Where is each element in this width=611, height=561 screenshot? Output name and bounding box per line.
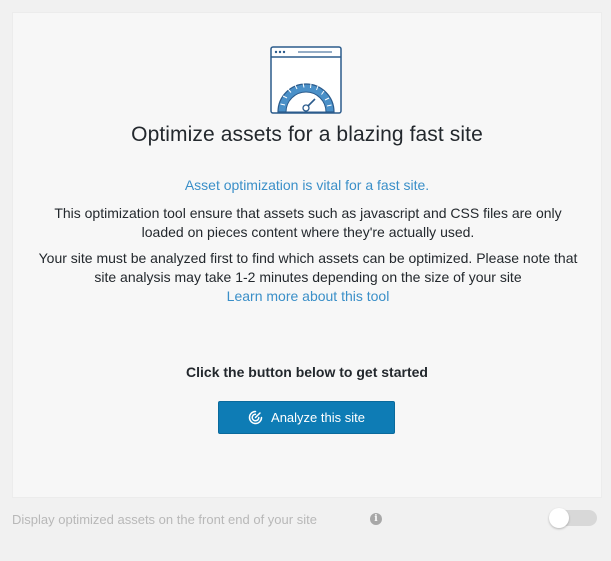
analysis-note-text: Your site must be analyzed first to find… (38, 250, 578, 285)
info-icon[interactable]: i (370, 513, 382, 525)
asset-optimization-card: Optimize assets for a blazing fast site … (12, 12, 602, 498)
browser-speedometer-icon (270, 46, 342, 114)
cta-prompt: Click the button below to get started (186, 364, 428, 380)
intro-description: This optimization tool ensure that asset… (54, 205, 562, 240)
toggle-knob (549, 508, 569, 528)
learn-more-link[interactable]: Learn more about this tool (227, 288, 390, 304)
front-end-display-setting: Display optimized assets on the front en… (12, 508, 602, 530)
page-title: Optimize assets for a blazing fast site (131, 123, 483, 146)
intro-lead-text: Asset optimization is vital for a fast s… (184, 177, 430, 193)
analyze-radar-icon (248, 410, 263, 425)
analyze-site-button-label: Analyze this site (271, 410, 365, 425)
front-end-toggle-label: Display optimized assets on the front en… (12, 512, 317, 527)
analyze-site-button[interactable]: Analyze this site (218, 401, 395, 434)
front-end-display-toggle[interactable] (549, 508, 597, 528)
analysis-note: Your site must be analyzed first to find… (33, 249, 583, 306)
